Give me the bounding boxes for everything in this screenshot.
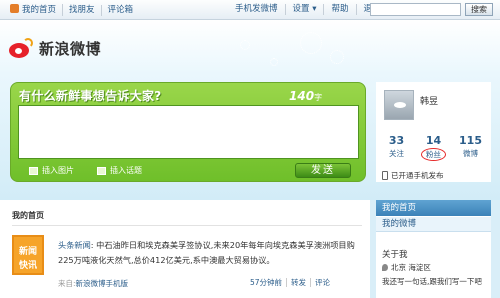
right-sidebar: 我的首页 我的微博 关于我 北京 海淀区 我还写一句话,跟我们写一下吧	[376, 200, 491, 298]
image-icon	[29, 166, 38, 175]
avatar[interactable]	[384, 90, 414, 120]
avatar-line-1: 新闻	[18, 247, 37, 257]
insert-topic-label: 插入话题	[110, 166, 142, 175]
divider	[12, 225, 362, 226]
char-count-unit: 字	[314, 93, 323, 102]
post-source: 来自:新浪微博手机版	[58, 278, 128, 289]
insert-image-button[interactable]: 插入图片	[29, 165, 74, 176]
avatar-line-2: 快讯	[18, 261, 37, 271]
profile-username[interactable]: 韩昱	[420, 94, 438, 107]
send-button[interactable]: 发送	[295, 163, 351, 178]
feed-panel: 我的首页 新闻 快讯 头条新闻: 中石油昨日和埃克森美孚签协议,未来20年每年向…	[0, 200, 370, 298]
post-text: : 中石油昨日和埃克森美孚签协议,未来20年每年向埃克森美孚澳洲项目购225万吨…	[58, 240, 355, 265]
header-banner: 新浪微博 有什么新鲜事想告诉大家? 140字 插入图片 插入话题 发送 韩昱 3…	[0, 20, 500, 200]
nav-item-mobile-post[interactable]: 手机发微博	[228, 4, 286, 15]
post-textarea[interactable]	[18, 105, 359, 159]
comment-link[interactable]: 评论	[311, 278, 334, 287]
home-icon	[10, 4, 19, 13]
stat-followers-value: 14	[425, 134, 442, 147]
sidebar-item-my-weibo[interactable]: 我的微博	[376, 217, 491, 232]
nav-item-home[interactable]: 我的首页	[4, 4, 64, 16]
nav-item-settings[interactable]: 设置 ▾	[286, 4, 325, 15]
stat-posts[interactable]: 115 微博	[452, 134, 489, 161]
top-nav-left: 我的首页 找朋友 评论箱	[4, 4, 139, 16]
sidebar-item-home[interactable]: 我的首页	[376, 200, 491, 216]
mobile-enabled-link[interactable]: 已开通手机发布	[382, 170, 444, 181]
decorative-dandelion	[270, 58, 278, 66]
post-author-avatar[interactable]: 新闻 快讯	[12, 235, 44, 275]
post-composer: 有什么新鲜事想告诉大家? 140字 插入图片 插入话题 发送	[10, 82, 366, 182]
location-pin-icon	[382, 264, 388, 271]
stat-following-value: 33	[388, 134, 405, 147]
char-counter: 140字	[289, 89, 322, 103]
logo-text: 新浪微博	[39, 39, 102, 58]
stat-posts-label: 微博	[463, 149, 478, 158]
post-author-link[interactable]: 头条新闻	[58, 240, 91, 250]
stat-posts-value: 115	[459, 134, 482, 147]
post-time-link[interactable]: 57分钟前	[246, 278, 288, 287]
nav-item-comments[interactable]: 评论箱	[102, 5, 140, 16]
post-source-prefix: 来自:	[58, 279, 76, 288]
mobile-enabled-label: 已开通手机发布	[391, 171, 444, 180]
search-button[interactable]: 搜索	[465, 3, 493, 16]
location-text: 北京 海淀区	[391, 263, 431, 272]
decorative-dandelion	[330, 50, 344, 64]
phone-icon	[382, 171, 388, 180]
post-actions: 57分钟前 转发 评论	[246, 278, 334, 287]
weibo-eye-icon	[6, 36, 36, 60]
profile-card: 韩昱 33 关注 14 粉丝 115 微博 已开通手机发布	[376, 82, 491, 182]
stat-following-label: 关注	[389, 149, 404, 158]
topic-icon	[97, 166, 106, 175]
post-source-link[interactable]: 新浪微博手机版	[76, 279, 129, 288]
repost-link[interactable]: 转发	[287, 278, 312, 287]
nav-item-help[interactable]: 帮助	[324, 4, 357, 15]
decorative-dandelion	[240, 40, 250, 50]
feed-title: 我的首页	[12, 211, 44, 220]
insert-image-label: 插入图片	[42, 166, 74, 175]
location-row: 北京 海淀区	[382, 262, 431, 273]
site-logo[interactable]: 新浪微博	[6, 36, 101, 60]
post-content: 头条新闻: 中石油昨日和埃克森美孚签协议,未来20年每年向埃克森美孚澳洲项目购2…	[58, 238, 363, 268]
profile-stats: 33 关注 14 粉丝 115 微博	[378, 134, 489, 161]
stat-followers-label: 粉丝	[421, 148, 446, 161]
nav-item-home-label: 我的首页	[22, 5, 57, 15]
bio-text: 我还写一句话,跟我们写一下吧	[382, 277, 482, 286]
stat-followers[interactable]: 14 粉丝	[415, 134, 452, 161]
about-me-title: 关于我	[382, 250, 408, 260]
top-navigation-bar: 我的首页 找朋友 评论箱 手机发微博 设置 ▾ 帮助 退出 搜索	[0, 0, 500, 20]
top-nav-right: 手机发微博 设置 ▾ 帮助 退出	[228, 4, 388, 15]
nav-item-find-friends[interactable]: 找朋友	[63, 4, 102, 16]
char-count: 140	[289, 89, 315, 103]
composer-prompt: 有什么新鲜事想告诉大家?	[19, 89, 162, 103]
stat-following[interactable]: 33 关注	[378, 134, 415, 161]
insert-topic-button[interactable]: 插入话题	[97, 165, 142, 176]
decorative-dandelion	[300, 32, 322, 54]
search-input[interactable]	[370, 3, 461, 16]
